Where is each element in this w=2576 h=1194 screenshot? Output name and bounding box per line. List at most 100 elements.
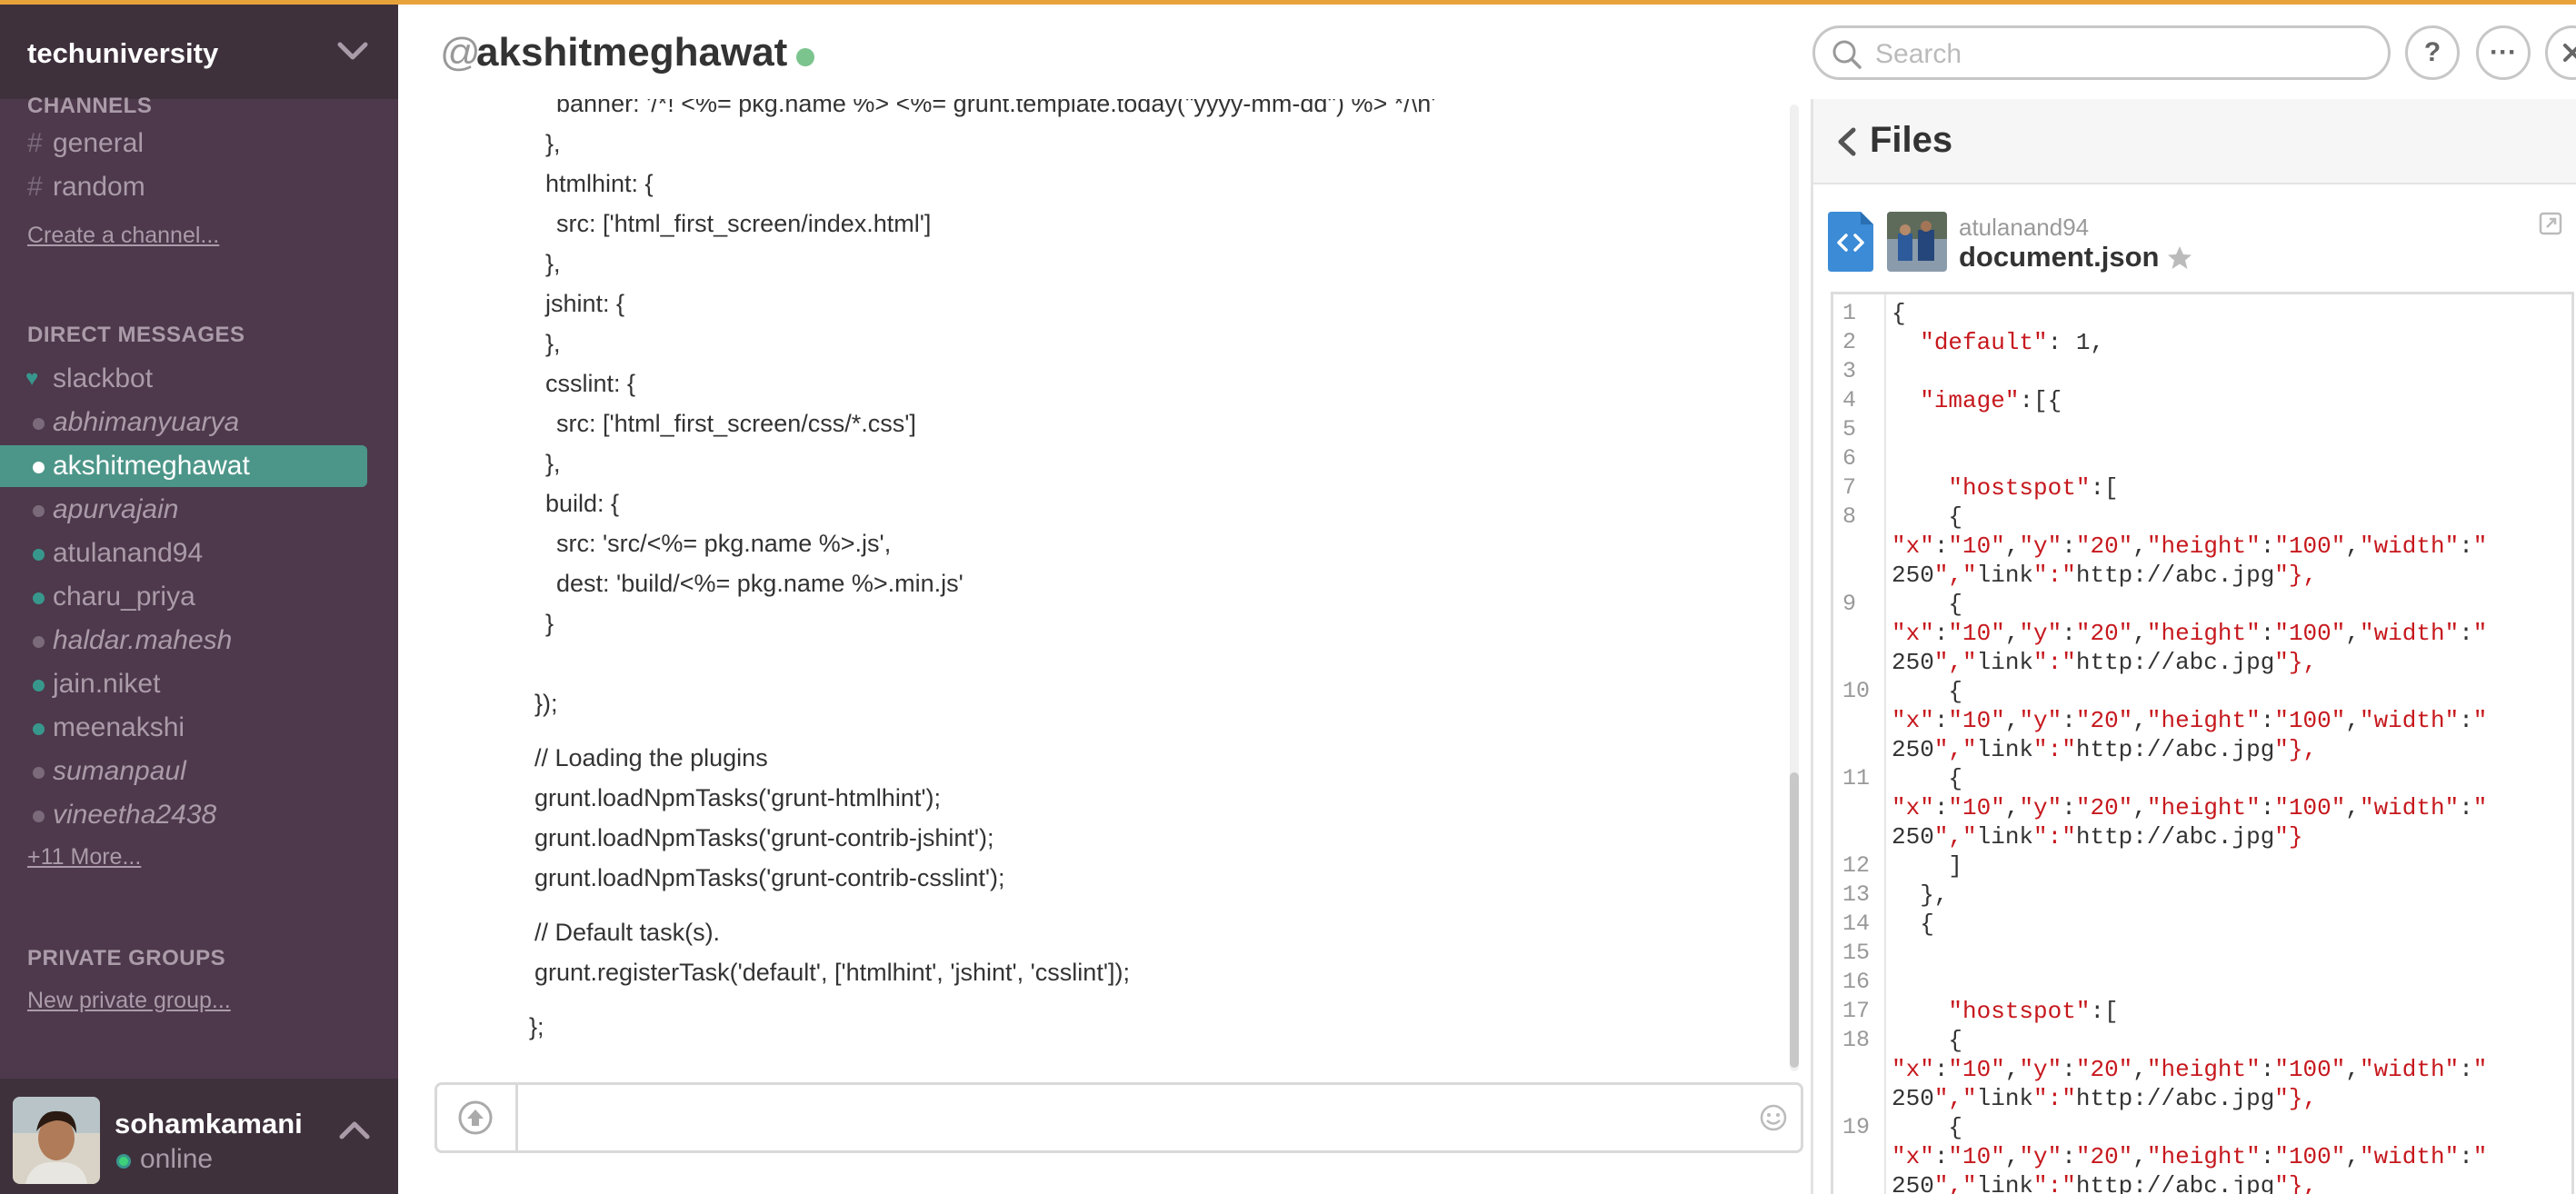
chevron-down-icon[interactable] [334, 37, 371, 65]
dm-label: vineetha2438 [53, 800, 217, 830]
presence-dot [33, 505, 45, 517]
open-in-new-icon[interactable] [2539, 212, 2562, 235]
dm-item-abhimanyuarya[interactable]: abhimanyuarya [0, 402, 367, 443]
sidebar-scroll[interactable]: CHANNELS # general # random Create a cha… [0, 94, 398, 1079]
close-icon [2563, 44, 2576, 62]
line-number: 18 [1842, 1027, 1871, 1053]
private-groups-title[interactable]: PRIVATE GROUPS [27, 946, 225, 971]
dm-item-sumanpaul[interactable]: sumanpaul [0, 751, 367, 792]
code-line: { [1892, 1027, 1963, 1054]
dm-label: akshitmeghawat [53, 451, 250, 481]
message-pane[interactable]: banner: '/*! <%= pkg.name %> <%= grunt.t… [398, 99, 1789, 1080]
code-line: "image":[{ [1920, 387, 2062, 414]
message-line: grunt.loadNpmTasks('grunt-htmlhint'); [534, 784, 941, 811]
message-line: src: ['html_first_screen/index.html'] [556, 210, 932, 237]
message-line: // Loading the plugins [534, 744, 768, 771]
code-line: 250","link":"http://abc.jpg"}, [1892, 649, 2318, 676]
team-name: techuniversity [27, 37, 219, 69]
code-line: { [1892, 591, 1963, 618]
dm-item-atulanand94[interactable]: atulanand94 [0, 532, 367, 574]
line-number: 9 [1842, 591, 1857, 617]
code-line: { [1892, 765, 1963, 792]
upload-icon [458, 1100, 493, 1135]
channel-title[interactable]: akshitmeghawat [476, 30, 787, 75]
file-name[interactable]: document.json [1959, 241, 2159, 274]
back-chevron-icon[interactable] [1835, 126, 1859, 157]
sidebar: techuniversity CHANNELS # general # rand… [0, 0, 398, 1194]
line-number-gutter: 1 2 3 4 5 6 7 8 9 10 11 12 13 14 15 16 1… [1833, 294, 1886, 1194]
dm-item-meenakshi[interactable]: meenakshi [0, 707, 367, 749]
line-number: 19 [1842, 1114, 1871, 1140]
dm-item-vineetha2438[interactable]: vineetha2438 [0, 794, 367, 836]
dm-label: charu_priya [53, 582, 195, 612]
message-line: src: ['html_first_screen/css/*.css'] [556, 410, 916, 437]
channel-item-random[interactable]: # random [0, 166, 367, 208]
dm-item-apurvajain[interactable]: apurvajain [0, 489, 367, 531]
chevron-up-icon[interactable] [336, 1117, 373, 1144]
line-number: 7 [1842, 474, 1857, 501]
top-accent-bar [0, 0, 2576, 5]
message-line: grunt.registerTask('default', ['htmlhint… [534, 959, 1130, 986]
heart-icon: ♥ [25, 366, 39, 391]
code-line: 250","link":"http://abc.jpg"}, [1892, 1085, 2318, 1112]
help-button[interactable]: ? [2405, 25, 2460, 80]
message-line: }); [534, 690, 558, 717]
at-symbol: @ [440, 30, 481, 75]
file-preview[interactable]: 1 2 3 4 5 6 7 8 9 10 11 12 13 14 15 16 1… [1831, 292, 2574, 1194]
star-icon[interactable] [2166, 244, 2193, 272]
presence-dot [33, 636, 45, 648]
dm-item-jain-niket[interactable]: jain.niket [0, 663, 367, 705]
code-line: "default": 1, [1920, 329, 2105, 356]
line-number: 10 [1842, 678, 1871, 704]
files-panel-title: Files [1870, 120, 1953, 160]
line-number: 4 [1842, 387, 1857, 413]
user-menu[interactable]: sohamkamani online [0, 1079, 398, 1194]
search-input[interactable] [1873, 35, 2368, 74]
avatar[interactable] [13, 1097, 100, 1184]
direct-messages-title[interactable]: DIRECT MESSAGES [27, 323, 245, 348]
dm-item-charu-priya[interactable]: charu_priya [0, 576, 367, 618]
upload-button[interactable] [437, 1085, 518, 1150]
code-line: ] [1892, 852, 1963, 880]
dm-item-akshitmeghawat[interactable]: akshitmeghawat [0, 445, 367, 487]
close-button[interactable] [2545, 25, 2576, 80]
line-number: 6 [1842, 445, 1857, 472]
file-author[interactable]: atulanand94 [1959, 214, 2089, 242]
channels-title[interactable]: CHANNELS [27, 94, 152, 119]
new-private-group-link[interactable]: New private group... [27, 988, 231, 1014]
online-status-icon [796, 48, 814, 66]
hash-icon: # [27, 172, 43, 202]
message-scrollbar-thumb[interactable] [1790, 772, 1799, 1068]
search-icon [1832, 40, 1862, 69]
message-line: } [545, 610, 554, 637]
channel-label: general [53, 128, 145, 158]
emoji-icon[interactable] [1759, 1103, 1788, 1132]
author-avatar[interactable] [1887, 212, 1947, 272]
code-line: "x":"10","y":"20","height":"100","width"… [1892, 532, 2488, 560]
create-channel-link[interactable]: Create a channel... [27, 223, 219, 249]
team-menu[interactable]: techuniversity [0, 5, 398, 99]
code-line: "x":"10","y":"20","height":"100","width"… [1892, 1056, 2488, 1083]
presence-dot [33, 418, 45, 430]
line-number: 2 [1842, 329, 1857, 355]
files-panel: Files atulanand94 document.json 1 2 3 4 … [1811, 99, 2576, 1194]
line-number: 16 [1842, 969, 1871, 995]
code-line: "hostspot":[ [1948, 474, 2119, 502]
user-status: online [140, 1144, 214, 1174]
dm-item-haldar-mahesh[interactable]: haldar.mahesh [0, 620, 367, 662]
code-line: 250","link":"http://abc.jpg"}, [1892, 736, 2318, 763]
message-line: grunt.loadNpmTasks('grunt-contrib-jshint… [534, 824, 994, 851]
code-line: "x":"10","y":"20","height":"100","width"… [1892, 794, 2488, 821]
message-input-box[interactable] [434, 1082, 1803, 1153]
more-dms-link[interactable]: +11 More... [27, 844, 141, 871]
dm-label: haldar.mahesh [53, 625, 233, 655]
dm-label: slackbot [53, 363, 154, 393]
line-number: 11 [1842, 765, 1871, 791]
channel-item-general[interactable]: # general [0, 123, 367, 164]
more-button[interactable]: ··· [2476, 25, 2531, 80]
search-box[interactable] [1812, 25, 2391, 80]
code-line: { [1892, 300, 1906, 327]
dm-item-slackbot[interactable]: ♥ slackbot [0, 358, 367, 400]
presence-dot [33, 549, 45, 561]
hash-icon: # [27, 128, 43, 158]
